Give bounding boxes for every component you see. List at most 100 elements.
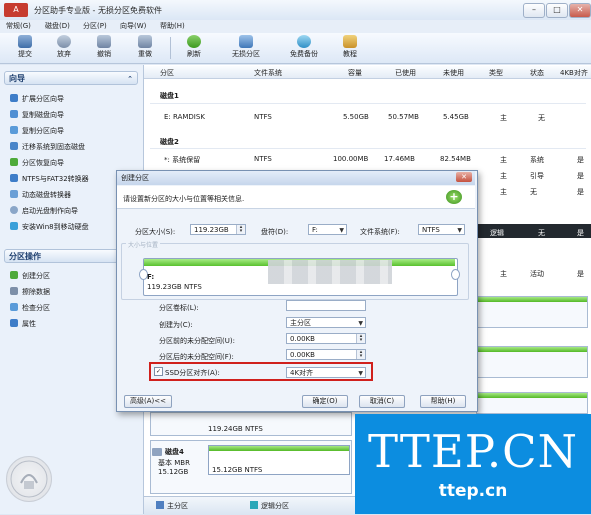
sidebar-item-properties[interactable]: 属性: [10, 319, 36, 329]
dialog-title-bar[interactable]: [117, 171, 475, 185]
tutorial-button[interactable]: 教程: [337, 34, 363, 62]
backup-icon: [297, 35, 311, 48]
ssd-align-checkbox[interactable]: ✓: [154, 367, 163, 376]
menu-disk[interactable]: 磁盘(D): [45, 21, 70, 31]
discard-button[interactable]: 放弃: [51, 34, 77, 62]
right-resize-handle[interactable]: [451, 269, 460, 280]
sidebar-wizard-header[interactable]: 向导 ⌃: [4, 71, 138, 85]
disk2-label: 磁盘2: [160, 138, 179, 146]
tutorial-icon: [343, 35, 357, 48]
undo-icon: [97, 35, 111, 48]
after-space-input[interactable]: 0.00KB ▴ ▾: [286, 349, 366, 360]
windows-icon: [10, 222, 18, 230]
commit-button[interactable]: 提交: [12, 34, 38, 62]
before-spinner-icon[interactable]: ▴ ▾: [356, 334, 365, 343]
table-row-cell: 主: [500, 270, 507, 278]
help-button[interactable]: 帮助(H): [420, 395, 466, 408]
sidebar-item-extend-partition[interactable]: 扩展分区向导: [10, 94, 64, 104]
advanced-button[interactable]: 高级(A)<<: [124, 395, 172, 408]
refresh-icon: [187, 35, 201, 48]
watermark-url: ttep.cn: [438, 481, 508, 501]
ok-button[interactable]: 确定(O): [302, 395, 348, 408]
filesystem-select[interactable]: NTFS ▼: [418, 224, 465, 235]
dialog-title: 创建分区: [121, 174, 149, 182]
partition-size-input[interactable]: 119.23GB ▴ ▾: [190, 224, 246, 235]
discard-label: 放弃: [57, 50, 71, 58]
table-row-cell: 是: [577, 229, 584, 237]
menu-wizard[interactable]: 向导(W): [120, 21, 146, 31]
table-row-cell: 主: [500, 188, 507, 196]
table-row-cell: 无: [538, 229, 545, 237]
menu-partition[interactable]: 分区(P): [83, 21, 107, 31]
free-backup-label: 免费备份: [290, 50, 318, 58]
menu-general[interactable]: 常规(G): [6, 21, 31, 31]
undo-button[interactable]: 撤销: [91, 34, 117, 62]
copy-partition-icon: [10, 126, 18, 134]
sidebar-item-migrate-os[interactable]: 迁移系统到固态磁盘: [10, 142, 85, 152]
table-row-cell: NTFS: [254, 113, 272, 121]
create-as-label: 创建为(C):: [159, 321, 193, 329]
col-capacity[interactable]: 容量: [348, 68, 362, 78]
sidebar-item-check-partition[interactable]: 检查分区: [10, 303, 50, 313]
ssd-align-select[interactable]: 4K对齐 ▼: [286, 367, 366, 378]
lossless-partition-button[interactable]: 无损分区: [226, 34, 266, 62]
sidebar-item-wipe-data[interactable]: 擦除数据: [10, 287, 50, 297]
sidebar-item-copy-partition[interactable]: 复制分区向导: [10, 126, 64, 136]
partition-usage-bar: [477, 297, 587, 302]
drive-letter-select[interactable]: F: ▼: [308, 224, 347, 235]
bar-drive-name: F:: [147, 273, 155, 281]
row-divider: [150, 103, 586, 104]
maximize-button[interactable]: □: [546, 3, 568, 18]
check-icon: [10, 303, 18, 311]
after-spinner-icon[interactable]: ▴ ▾: [356, 350, 365, 359]
size-spinner-icon[interactable]: ▴ ▾: [236, 225, 245, 234]
refresh-button[interactable]: 刷新: [180, 34, 208, 62]
table-row-cell[interactable]: E: RAMDISK: [164, 113, 205, 121]
col-status[interactable]: 状态: [530, 68, 544, 78]
discard-icon: [57, 35, 71, 48]
cancel-button[interactable]: 取消(C): [359, 395, 405, 408]
sidebar-item-dynamic-disk[interactable]: 动态磁盘转换器: [10, 190, 71, 200]
after-space-label: 分区后的未分配空间(F):: [159, 353, 234, 361]
disk-icon: [152, 448, 162, 456]
sidebar-item-ntfs-fat32[interactable]: NTFS与FAT32转换器: [10, 174, 89, 184]
table-row-cell: 82.54MB: [440, 155, 471, 163]
filesystem-label: 文件系统(F):: [360, 228, 400, 236]
redo-button[interactable]: 重做: [132, 34, 158, 62]
sidebar-item-partition-recovery[interactable]: 分区恢复向导: [10, 158, 64, 168]
sidebar-item-copy-disk[interactable]: 复制磁盘向导: [10, 110, 64, 120]
dialog-close-button[interactable]: ✕: [456, 172, 472, 182]
sidebar-item-boot-cd[interactable]: 启动光盘制作向导: [10, 206, 78, 216]
free-backup-button[interactable]: 免费备份: [284, 34, 324, 62]
sidebar-item-create-partition[interactable]: 创建分区: [10, 271, 50, 281]
size-label: 分区大小(S):: [135, 228, 176, 236]
logical-swatch-icon: [250, 501, 258, 509]
table-row-cell: 50.57MB: [388, 113, 419, 121]
legend-logical: 逻辑分区: [250, 501, 289, 511]
table-row-cell[interactable]: *: 系统保留: [164, 155, 200, 165]
refresh-label: 刷新: [187, 50, 201, 58]
wizard-icon: [10, 94, 18, 102]
col-used[interactable]: 已使用: [395, 68, 416, 78]
disk-map-block[interactable]: [476, 296, 588, 328]
table-row-cell: 活动: [530, 270, 544, 278]
col-filesystem[interactable]: 文件系统: [254, 68, 282, 78]
dynamic-disk-icon: [10, 190, 18, 198]
disk4-size: 15.12GB: [158, 468, 189, 476]
disk-map-block[interactable]: [476, 392, 588, 414]
before-space-input[interactable]: 0.00KB ▴ ▾: [286, 333, 366, 344]
create-as-select[interactable]: 主分区 ▼: [286, 317, 366, 328]
col-4k-align[interactable]: 4KB对齐: [560, 68, 588, 78]
sidebar-item-win8-usb[interactable]: 安装Win8到移动硬盘: [10, 222, 89, 232]
minimize-button[interactable]: –: [523, 3, 545, 18]
window-title: 分区助手专业版 - 无损分区免费软件: [34, 6, 162, 15]
volume-label-input[interactable]: [286, 300, 366, 311]
col-free[interactable]: 未使用: [443, 68, 464, 78]
chevron-down-icon: ▼: [457, 227, 462, 234]
close-button[interactable]: ✕: [569, 3, 591, 18]
disk-map-block[interactable]: [476, 346, 588, 378]
create-icon: [10, 271, 18, 279]
col-type[interactable]: 类型: [489, 68, 503, 78]
col-partition[interactable]: 分区: [160, 68, 174, 78]
menu-help[interactable]: 帮助(H): [160, 21, 185, 31]
